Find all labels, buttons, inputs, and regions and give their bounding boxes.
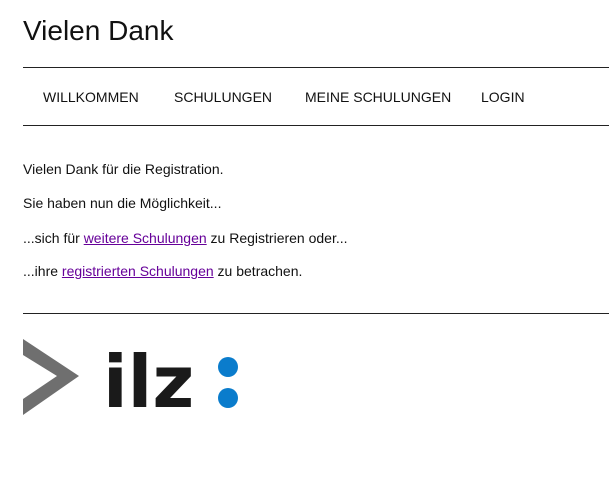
logo-dot-bottom xyxy=(218,388,238,408)
nav-item-schulungen[interactable]: SCHULUNGEN xyxy=(174,89,272,105)
nav-item-meine-schulungen[interactable]: MEINE SCHULUNGEN xyxy=(305,89,451,105)
option-view-suffix: zu betrachen. xyxy=(213,263,303,279)
option-register-prefix: ...sich für xyxy=(23,230,84,246)
nav-item-login[interactable]: LOGIN xyxy=(481,89,525,105)
footer-divider xyxy=(23,313,609,314)
main-nav: WILLKOMMEN SCHULUNGEN MEINE SCHULUNGEN L… xyxy=(23,68,609,125)
registered-trainings-link[interactable]: registrierten Schulungen xyxy=(62,263,214,279)
thank-you-text: Vielen Dank für die Registration. xyxy=(23,161,224,177)
logo-arrow-icon xyxy=(23,339,79,415)
further-trainings-link[interactable]: weitere Schulungen xyxy=(84,230,207,246)
logo-dot-top xyxy=(218,357,238,377)
nav-item-willkommen[interactable]: WILLKOMMEN xyxy=(43,89,139,105)
logo-text: ilz xyxy=(103,340,194,417)
option-register-text: ...sich für weitere Schulungen zu Regist… xyxy=(23,230,348,246)
nav-divider xyxy=(23,125,609,126)
ilz-logo: ilz xyxy=(23,339,238,417)
option-register-suffix: zu Registrieren oder... xyxy=(206,230,348,246)
page-title: Vielen Dank xyxy=(23,15,174,46)
options-intro-text: Sie haben nun die Möglichkeit... xyxy=(23,195,222,211)
option-view-text: ...ihre registrierten Schulungen zu betr… xyxy=(23,263,302,279)
option-view-prefix: ...ihre xyxy=(23,263,62,279)
